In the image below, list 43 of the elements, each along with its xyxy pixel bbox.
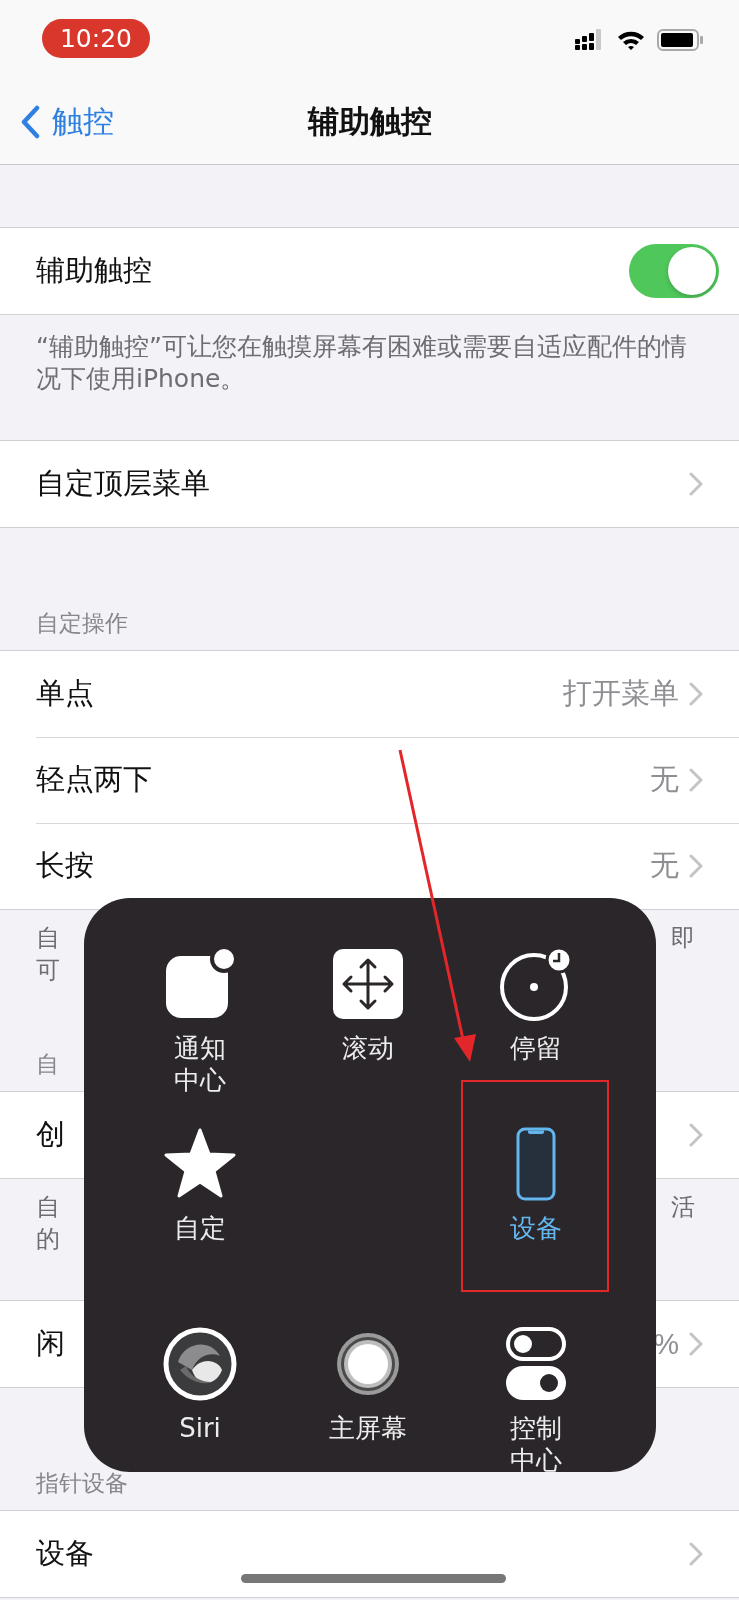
menu-item[interactable]: 自定 bbox=[116, 1126, 284, 1326]
row-value: 打开菜单 bbox=[563, 675, 679, 711]
menu-item[interactable]: 通知 中心 bbox=[116, 946, 284, 1126]
footer-text: 自 bbox=[36, 923, 60, 954]
footer-text: “辅助触控”可让您在触摸屏幕有困难或需要自适应配件的情况下使用iPhone。 bbox=[35, 331, 688, 395]
row-label: 辅助触控 bbox=[36, 252, 153, 289]
toggle-switch[interactable] bbox=[629, 244, 719, 298]
footer-text: 自 bbox=[36, 1192, 60, 1223]
footer-text: 活 bbox=[671, 1192, 695, 1223]
menu-item[interactable]: 停留 bbox=[452, 946, 620, 1126]
footer-text: 可 bbox=[36, 955, 60, 986]
section-header: 自定操作 bbox=[36, 610, 128, 636]
chevron-icon bbox=[689, 1123, 703, 1147]
chevron-icon bbox=[689, 681, 703, 706]
menu-item[interactable]: 设备 bbox=[452, 1126, 620, 1326]
row-value: 无 bbox=[650, 761, 679, 797]
row-value: 无 bbox=[650, 848, 679, 883]
row-label: 设备 bbox=[36, 1535, 95, 1572]
chevron-icon bbox=[689, 1542, 703, 1566]
section-header: 自 bbox=[36, 1051, 59, 1077]
menu-item[interactable]: 主屏幕 bbox=[284, 1326, 452, 1476]
nav-title: 辅助触控 bbox=[307, 102, 432, 141]
back-chevron-icon bbox=[20, 105, 40, 139]
row-label: 闲 bbox=[36, 1325, 66, 1362]
row-label: 长按 bbox=[36, 847, 95, 884]
status-time: 10:20 bbox=[42, 18, 150, 58]
wifi-icon bbox=[617, 29, 645, 51]
battery-icon bbox=[657, 29, 703, 51]
menu-item[interactable]: 控制 中心 bbox=[452, 1326, 620, 1476]
chevron-icon bbox=[689, 1332, 703, 1356]
back-button[interactable]: 触控 bbox=[20, 101, 114, 143]
chevron-icon bbox=[689, 854, 703, 878]
footer-text: 即 bbox=[671, 923, 695, 954]
row-label: 轻点两下 bbox=[36, 760, 153, 798]
siri-icon bbox=[162, 1326, 238, 1402]
move-arrows-icon bbox=[330, 946, 406, 1022]
menu-item[interactable]: 滚动 bbox=[284, 946, 452, 1126]
chevron-icon bbox=[689, 767, 703, 792]
chevron-icon bbox=[689, 472, 703, 496]
footer-text: 的 bbox=[36, 1224, 60, 1255]
row-label: 创 bbox=[36, 1116, 66, 1153]
row-label: 自定顶层菜单 bbox=[36, 465, 211, 502]
row-label: 单点 bbox=[36, 674, 95, 712]
